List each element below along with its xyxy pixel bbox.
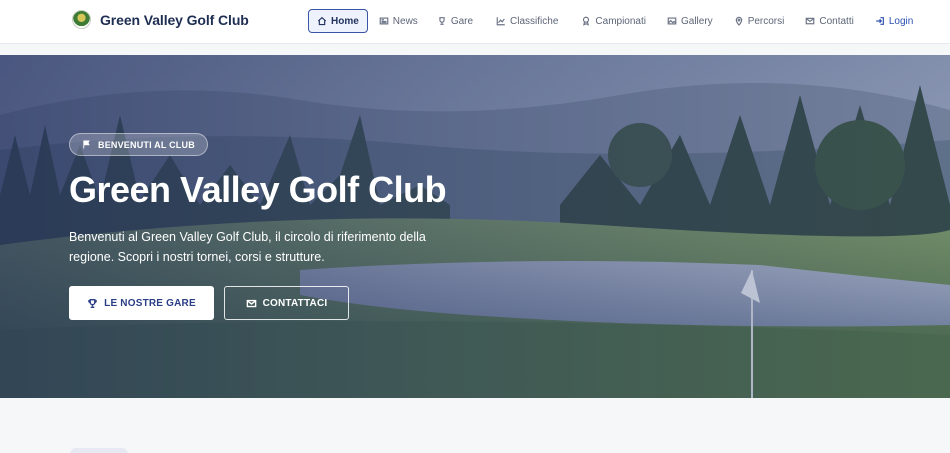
content-section: [0, 398, 950, 453]
contact-us-button[interactable]: CONTATTACI: [224, 286, 349, 320]
nav-item-gallery[interactable]: Gallery: [659, 9, 721, 33]
our-competitions-button[interactable]: LE NOSTRE GARE: [69, 286, 214, 320]
nav-item-label: News: [392, 15, 418, 27]
button-label: LE NOSTRE GARE: [104, 297, 196, 309]
envelope-icon: [806, 17, 815, 25]
badge-label: BENVENUTI AL CLUB: [98, 139, 195, 150]
hero-description: Benvenuti al Green Valley Golf Club, il …: [69, 230, 426, 264]
nav-item-contatti[interactable]: Contatti: [797, 9, 861, 33]
nav-item-label: Login: [888, 15, 914, 27]
newspaper-icon: [379, 17, 389, 25]
nav-item-gare[interactable]: Gare: [429, 9, 481, 33]
nav-item-home[interactable]: Home: [308, 9, 368, 33]
trophy-icon: [439, 17, 445, 25]
main-nav: Home News Gare Classifiche Campionati Ga…: [308, 9, 921, 33]
envelope-icon: [246, 299, 256, 307]
hero-title: Green Valley Golf Club: [69, 169, 447, 210]
home-icon: [317, 16, 327, 26]
nav-item-label: Gallery: [681, 15, 713, 27]
top-navbar: Green Valley Golf Club Home News Gare Cl…: [0, 0, 950, 44]
award-icon: [583, 16, 590, 26]
map-pin-icon: [735, 16, 742, 26]
nav-item-label: Home: [331, 15, 359, 27]
button-label: CONTATTACI: [262, 297, 328, 309]
brand[interactable]: Green Valley Golf Club: [72, 10, 249, 29]
nav-item-campionati[interactable]: Campionati: [573, 9, 654, 33]
login-icon: [876, 17, 884, 25]
nav-item-percorsi[interactable]: Percorsi: [726, 9, 793, 33]
chart-line-icon: [496, 17, 505, 26]
club-crest-icon: [72, 10, 91, 29]
nav-item-label: Gare: [450, 15, 474, 27]
section-badge: [70, 448, 128, 453]
nav-item-label: Percorsi: [747, 15, 785, 27]
nav-item-label: Campionati: [595, 15, 646, 27]
welcome-badge: BENVENUTI AL CLUB: [69, 133, 208, 156]
nav-item-news[interactable]: News: [371, 9, 426, 33]
hero-section: BENVENUTI AL CLUB Green Valley Golf Club…: [0, 55, 950, 398]
nav-item-classifiche[interactable]: Classifiche: [488, 9, 566, 33]
brand-name: Green Valley Golf Club: [100, 11, 249, 28]
image-icon: [667, 17, 677, 25]
nav-item-label: Classifiche: [510, 15, 559, 27]
flag-icon: [83, 140, 90, 149]
nav-item-login[interactable]: Login: [867, 9, 921, 33]
nav-item-label: Contatti: [819, 15, 854, 27]
trophy-icon: [88, 298, 97, 308]
